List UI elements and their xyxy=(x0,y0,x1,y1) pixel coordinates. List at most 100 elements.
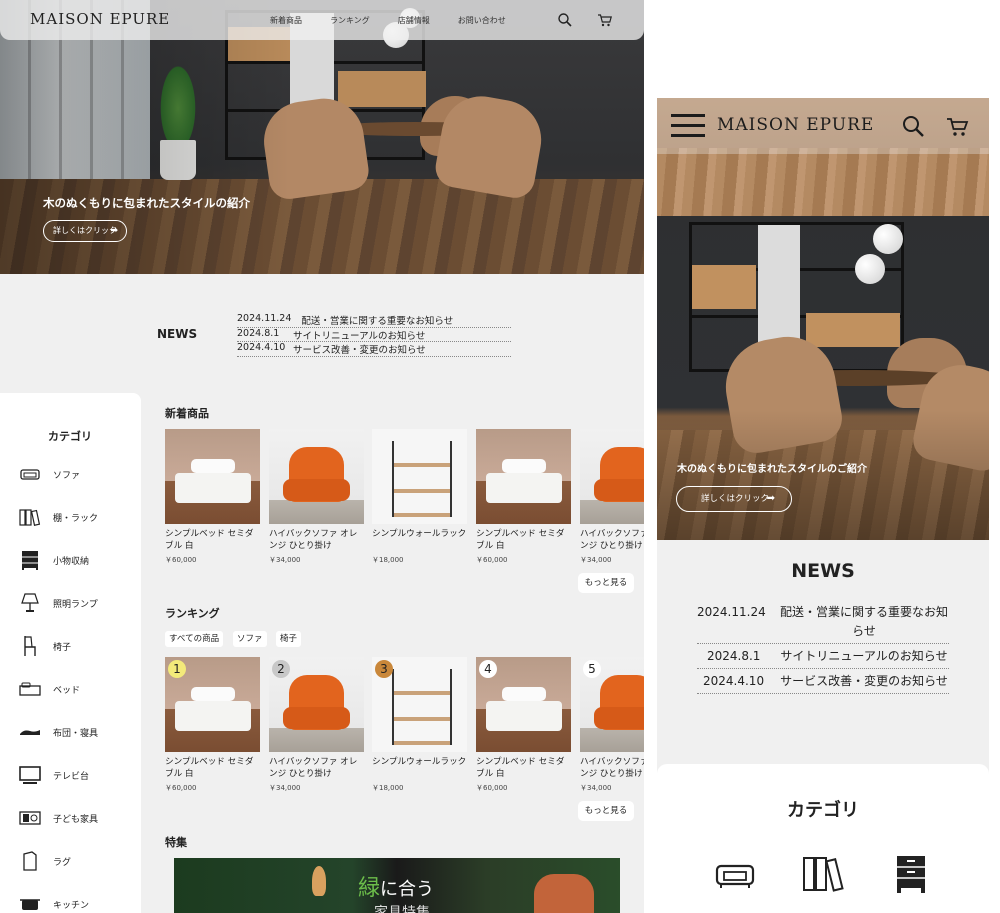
chair-icon xyxy=(24,636,36,656)
product-card[interactable]: ハイバックソファ オレンジ ひとり掛け ￥34,000 xyxy=(580,429,644,565)
cart-icon[interactable] xyxy=(597,12,613,28)
more-new-items-button[interactable]: もっと見る xyxy=(578,573,634,593)
category-item-bedding[interactable]: 布団・寝具 xyxy=(18,720,98,744)
nav-links: 新着商品 ランキング 店舗情報 お問い合わせ xyxy=(270,15,506,26)
product-price: ￥34,000 xyxy=(580,784,612,792)
category-item-shelf[interactable]: 棚・ラック xyxy=(18,505,98,529)
product-price: ￥34,000 xyxy=(269,556,301,564)
menu-icon[interactable] xyxy=(671,112,705,140)
ranking-card[interactable]: 1 シンプルベッド セミダブル 白 ￥60,000 xyxy=(165,657,260,793)
product-image: 4 xyxy=(476,657,571,752)
nav-link-contact[interactable]: お問い合わせ xyxy=(458,15,506,26)
news-heading: NEWS xyxy=(157,327,198,341)
category-item-chair[interactable]: 椅子 xyxy=(18,634,71,658)
hero-button-label: 詳しくはクリック xyxy=(701,494,770,504)
category-title: カテゴリ xyxy=(48,430,92,443)
top-navigation: MAISON EPURE 新着商品 ランキング 店舗情報 お問い合わせ xyxy=(0,0,644,40)
rank-badge: 4 xyxy=(479,660,497,678)
hero-more-button[interactable]: 詳しくはクリック ➡ xyxy=(43,220,127,242)
sofa-icon[interactable] xyxy=(713,852,757,896)
mobile-site-logo[interactable]: MAISON EPURE xyxy=(717,115,874,135)
ranking-card[interactable]: 5 ハイバックソファ オレンジ ひとり掛け ￥34,000 xyxy=(580,657,644,793)
news-item[interactable]: 2024.8.1 サイトリニューアルのお知らせ xyxy=(237,328,511,342)
category-item-lamp[interactable]: 照明ランプ xyxy=(18,591,98,615)
news-item[interactable]: 2024.8.1 サイトリニューアルのお知らせ xyxy=(697,644,949,669)
news-item[interactable]: 2024.11.24 配送・営業に関する重要なお知らせ xyxy=(697,600,949,644)
hero-banner: 木のぬくもりに包まれたスタイルの紹介 詳しくはクリック ➡ xyxy=(0,0,644,274)
feature-banner-text: 緑に合う xyxy=(358,876,435,901)
nav-link-store[interactable]: 店舗情報 xyxy=(398,15,430,26)
desktop-view: 木のぬくもりに包まれたスタイルの紹介 詳しくはクリック ➡ MAISON EPU… xyxy=(0,0,644,913)
product-card[interactable]: ハイバックソファ オレンジ ひとり掛け ￥34,000 xyxy=(269,429,364,565)
product-image xyxy=(580,429,644,524)
drawer-icon[interactable] xyxy=(889,852,933,896)
product-image: 1 xyxy=(165,657,260,752)
more-ranking-button[interactable]: もっと見る xyxy=(578,801,634,821)
product-image xyxy=(269,429,364,524)
product-card[interactable]: シンプルベッド セミダブル 白 ￥60,000 xyxy=(476,429,571,565)
category-item-kids[interactable]: 子ども家具 xyxy=(18,806,98,830)
category-item-storage[interactable]: 小物収納 xyxy=(18,548,89,572)
mobile-hero-title: 木のぬくもりに包まれたスタイルのご紹介 xyxy=(677,464,867,475)
category-item-bed[interactable]: ベッド xyxy=(18,677,80,701)
product-price: ￥60,000 xyxy=(165,784,197,792)
product-name: ハイバックソファ オレンジ ひとり掛け xyxy=(269,757,358,779)
rank-badge: 1 xyxy=(168,660,186,678)
product-image xyxy=(165,429,260,524)
pot-icon xyxy=(20,899,40,910)
ranking-filter-all[interactable]: すべての商品 xyxy=(165,631,224,647)
news-date: 2024.8.1 xyxy=(707,649,761,663)
product-name: ハイバックソファ オレンジ ひとり掛け xyxy=(269,529,358,551)
product-price: ￥18,000 xyxy=(372,556,404,564)
news-list: 2024.11.24 配送・営業に関する重要なお知らせ 2024.8.1 サイト… xyxy=(237,313,511,357)
hero-button-label: 詳しくはクリック xyxy=(53,226,117,235)
category-item-rug[interactable]: ラグ xyxy=(18,849,71,873)
mobile-category-section: カテゴリ xyxy=(657,764,989,913)
product-image: 2 xyxy=(269,657,364,752)
product-price: ￥18,000 xyxy=(372,784,404,792)
books-icon xyxy=(19,509,41,526)
site-logo[interactable]: MAISON EPURE xyxy=(30,10,170,28)
ranking-filter-chair[interactable]: 椅子 xyxy=(276,631,302,647)
product-image xyxy=(476,429,571,524)
mobile-category-title: カテゴリ xyxy=(787,800,859,821)
mobile-header: MAISON EPURE xyxy=(657,98,989,154)
news-text: 配送・営業に関する重要なお知らせ xyxy=(301,316,454,327)
product-card[interactable]: シンプルベッド セミダブル 白 ￥60,000 xyxy=(165,429,260,565)
lamp-icon xyxy=(21,593,39,612)
ranking-card[interactable]: 4 シンプルベッド セミダブル 白 ￥60,000 xyxy=(476,657,571,793)
drawer-icon xyxy=(22,551,38,570)
mobile-news-heading: NEWS xyxy=(791,560,855,582)
news-date: 2024.11.24 xyxy=(697,605,766,619)
cart-icon[interactable] xyxy=(946,116,970,138)
product-name: ハイバックソファ オレンジ ひとり掛け xyxy=(580,757,644,779)
category-item-sofa[interactable]: ソファ xyxy=(18,462,80,486)
product-price: ￥34,000 xyxy=(580,556,612,564)
product-image: 5 xyxy=(580,657,644,752)
feature-banner[interactable]: 緑に合う 家具特集 xyxy=(174,858,620,913)
nav-link-ranking[interactable]: ランキング xyxy=(330,15,370,26)
rug-icon xyxy=(23,851,37,871)
shelf-icon[interactable] xyxy=(801,852,845,896)
product-image: 3 xyxy=(372,657,467,752)
nav-link-new[interactable]: 新着商品 xyxy=(270,15,302,26)
product-name: シンプルベッド セミダブル 白 xyxy=(476,529,565,551)
search-icon[interactable] xyxy=(902,115,924,137)
news-item[interactable]: 2024.4.10 サービス改善・変更のお知らせ xyxy=(697,669,949,694)
category-item-kitchen[interactable]: キッチン xyxy=(18,892,89,913)
arrow-right-icon: ➡ xyxy=(766,493,775,504)
news-item[interactable]: 2024.11.24 配送・営業に関する重要なお知らせ xyxy=(237,313,511,328)
category-item-tv-stand[interactable]: テレビ台 xyxy=(18,763,89,787)
product-price: ￥60,000 xyxy=(165,556,197,564)
sofa-icon xyxy=(20,469,40,480)
news-item[interactable]: 2024.4.10 サービス改善・変更のお知らせ xyxy=(237,342,511,357)
ranking-card[interactable]: 2 ハイバックソファ オレンジ ひとり掛け ￥34,000 xyxy=(269,657,364,793)
tv-icon xyxy=(19,766,41,784)
search-icon[interactable] xyxy=(557,12,573,28)
product-name: シンプルウォールラック xyxy=(372,757,467,767)
mobile-hero-more-button[interactable]: 詳しくはクリック ➡ xyxy=(676,486,792,512)
ranking-filter-sofa[interactable]: ソファ xyxy=(233,631,267,647)
arrow-right-icon: ➡ xyxy=(110,226,118,236)
ranking-card[interactable]: 3 シンプルウォールラック ￥18,000 xyxy=(372,657,467,793)
product-card[interactable]: シンプルウォールラック ￥18,000 xyxy=(372,429,467,565)
